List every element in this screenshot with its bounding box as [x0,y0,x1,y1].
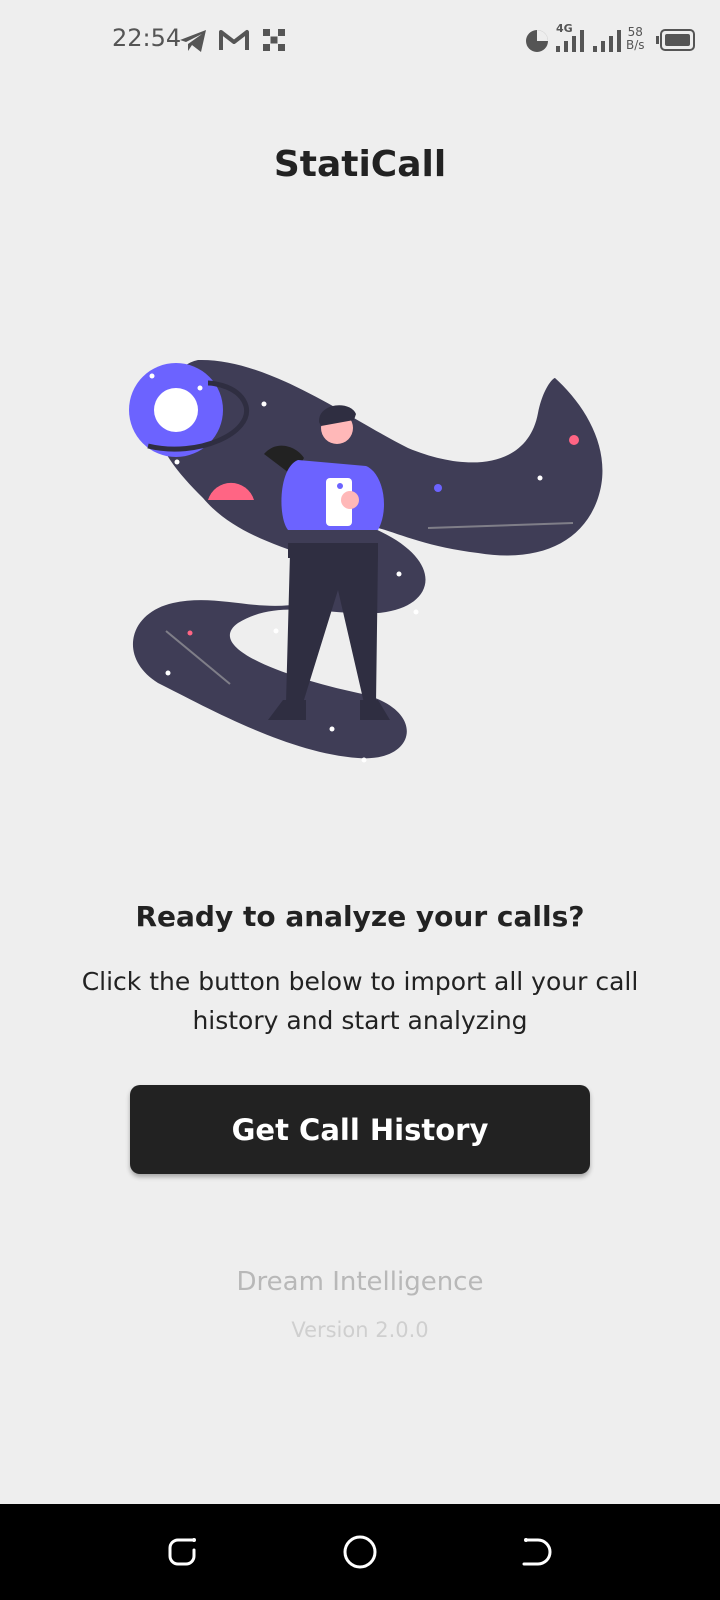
status-time: 22:54 [112,24,182,52]
app-title: StatiCall [273,144,447,185]
net-speed: 58 B/s [626,26,645,52]
signal-icon [593,30,621,52]
recent-apps-icon[interactable] [164,1532,204,1572]
status-bar: 22:54 4G 58 B/s [0,0,720,80]
space-person-illustration [129,359,603,763]
data-usage-icon [526,30,548,52]
ready-heading: Ready to analyze your calls? [135,900,585,933]
home-icon[interactable] [340,1532,380,1572]
version-label: Version 2.0.0 [291,1318,429,1342]
telegram-icon [180,30,206,52]
battery-icon [656,29,695,51]
gmail-icon [219,30,249,50]
app-notification-icon [263,29,285,51]
back-icon[interactable] [516,1532,556,1572]
navigation-bar [0,1504,720,1600]
company-name: Dream Intelligence [236,1267,484,1297]
instruction-text: Click the button below to import all you… [81,967,639,1035]
signal-icon [556,30,584,52]
net-speed-unit: B/s [626,38,645,52]
get-call-history-button[interactable]: Get Call History [130,1085,590,1174]
